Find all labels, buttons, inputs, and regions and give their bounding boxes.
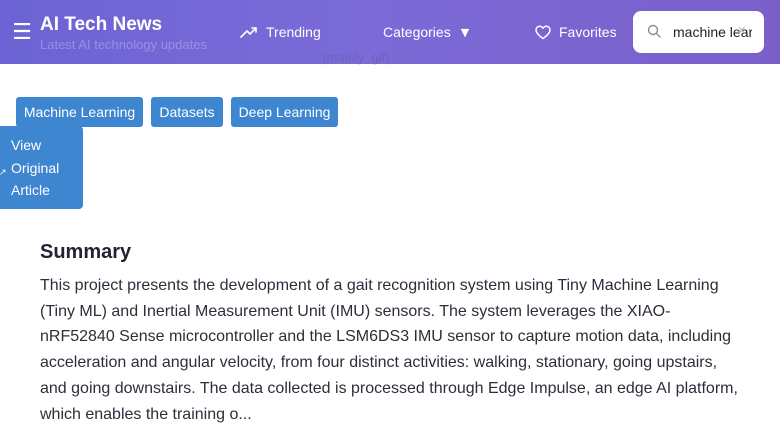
tag-deep-learning[interactable]: Deep Learning xyxy=(231,97,338,127)
nav-favorites-label: Favorites xyxy=(559,24,617,40)
nav-trending-label: Trending xyxy=(266,24,321,40)
close-icon[interactable]: ✕ xyxy=(737,23,749,39)
brand-title[interactable]: AI Tech News xyxy=(40,14,162,36)
view-original-label: View Original Article xyxy=(11,137,60,198)
view-original-article-button[interactable]: ↗ View Original Article xyxy=(0,126,83,209)
trending-icon xyxy=(240,26,258,38)
nav-categories-label: Categories xyxy=(383,24,451,40)
article-meta-line: · · · · · · · · · · · · · · · · · · · · … xyxy=(100,50,406,65)
search-icon xyxy=(647,24,661,43)
tag-machine-learning[interactable]: Machine Learning xyxy=(16,97,143,127)
external-link-icon: ↗ xyxy=(0,168,7,178)
caret-down-icon: ▼ xyxy=(460,25,470,39)
search-box: ✕ xyxy=(633,11,764,53)
summary-heading: Summary xyxy=(40,241,132,263)
menu-icon[interactable]: ☰ xyxy=(12,18,32,46)
summary-text: This project presents the development of… xyxy=(40,277,738,423)
heart-icon xyxy=(535,24,551,40)
nav-trending[interactable]: Trending xyxy=(240,22,321,42)
nav-categories[interactable]: Categories ▼ xyxy=(383,22,469,42)
tag-datasets[interactable]: Datasets xyxy=(151,97,223,127)
nav-favorites[interactable]: Favorites xyxy=(535,22,617,42)
